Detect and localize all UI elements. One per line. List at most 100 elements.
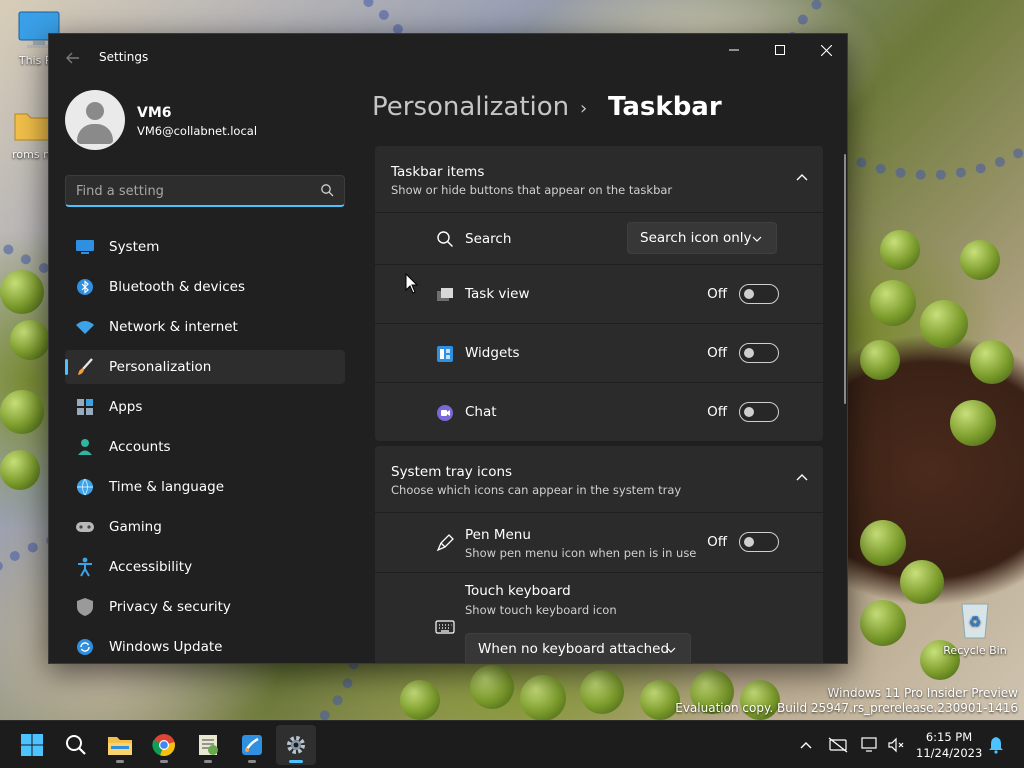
show-hidden-icons-button[interactable]: [796, 735, 816, 755]
toggle-state-label: Off: [707, 534, 727, 550]
taskbar-clock[interactable]: 6:15 PM 11/24/2023: [916, 729, 982, 761]
globe-clock-icon: [75, 478, 95, 496]
taskbar-search-button[interactable]: [56, 725, 96, 765]
breadcrumb-parent[interactable]: Personalization: [372, 92, 569, 122]
avatar-head: [86, 102, 104, 120]
search-mode-dropdown[interactable]: Search icon only: [627, 222, 777, 254]
sidebar-item-label: Accounts: [109, 439, 171, 455]
running-indicator: [248, 760, 256, 763]
section-title: System tray icons: [391, 464, 513, 480]
tray-ethernet-button[interactable]: [828, 735, 848, 755]
sidebar-item-windows-update[interactable]: Windows Update: [65, 630, 345, 663]
sidebar-item-network[interactable]: Network & internet: [65, 310, 345, 344]
settings-content[interactable]: Taskbar items Show or hide buttons that …: [375, 146, 827, 663]
settings-window: Settings VM6 VM6@collabnet.local System …: [48, 33, 848, 664]
widgets-toggle[interactable]: [739, 343, 779, 363]
row-label: Chat: [465, 404, 497, 420]
clock-time: 6:15 PM: [925, 730, 973, 744]
chevron-up-icon[interactable]: [795, 172, 809, 182]
title-bar[interactable]: Settings: [49, 34, 847, 82]
volume-muted-icon: [888, 737, 904, 753]
search-icon: [66, 735, 86, 755]
taskbar-chrome[interactable]: [144, 725, 184, 765]
maximize-icon: [775, 45, 785, 55]
chrome-icon: [152, 734, 175, 757]
sidebar-item-system[interactable]: System: [65, 230, 345, 264]
folder-icon: [13, 108, 53, 144]
maximize-button[interactable]: [757, 34, 803, 66]
chevron-up-icon[interactable]: [795, 472, 809, 482]
sidebar-item-label: Bluetooth & devices: [109, 279, 246, 295]
touch-keyboard-row: Touch keyboard Show touch keyboard icon …: [375, 572, 823, 663]
running-indicator: [116, 760, 124, 763]
monitor-network-icon: [861, 737, 877, 752]
sidebar-item-accessibility[interactable]: Accessibility: [65, 550, 345, 584]
widgets-row: Widgets Off: [375, 323, 823, 382]
person-icon: [75, 438, 95, 456]
search-icon[interactable]: [320, 183, 334, 197]
sidebar-item-time-language[interactable]: Time & language: [65, 470, 345, 504]
clock-date: 11/24/2023: [916, 746, 983, 760]
taskbar: 6:15 PM 11/24/2023: [0, 720, 1024, 768]
back-arrow-icon[interactable]: [65, 50, 81, 66]
minimize-button[interactable]: [711, 34, 757, 66]
avatar[interactable]: [65, 90, 125, 150]
sidebar-item-label: Apps: [109, 399, 143, 415]
section-subtitle: Choose which icons can appear in the sys…: [391, 483, 682, 497]
toggle-knob: [744, 289, 754, 299]
wifi-icon: [75, 318, 95, 336]
sidebar-item-label: Time & language: [109, 479, 225, 495]
sidebar-item-label: Privacy & security: [109, 599, 231, 615]
taskbar-file-explorer[interactable]: [100, 725, 140, 765]
tray-volume-button[interactable]: [886, 735, 906, 755]
sidebar-item-bluetooth[interactable]: Bluetooth & devices: [65, 270, 345, 304]
notification-button[interactable]: [986, 735, 1006, 755]
toggle-knob: [744, 537, 754, 547]
close-button[interactable]: [803, 34, 847, 66]
taskbar-items-header[interactable]: Taskbar items Show or hide buttons that …: [375, 146, 823, 212]
taskbar-settings[interactable]: [276, 725, 316, 765]
toggle-state-label: Off: [707, 404, 727, 420]
sidebar-item-label: Accessibility: [109, 559, 193, 575]
breadcrumb-separator: ›: [580, 98, 588, 119]
chat-row: Chat Off: [375, 382, 823, 441]
sidebar-item-privacy[interactable]: Privacy & security: [65, 590, 345, 624]
chevron-up-icon: [800, 742, 812, 749]
system-tray-header[interactable]: System tray icons Choose which icons can…: [375, 446, 823, 512]
profile-email: VM6@collabnet.local: [137, 124, 258, 138]
running-indicator: [289, 760, 303, 763]
sidebar-item-accounts[interactable]: Accounts: [65, 430, 345, 464]
desktop-icon-recycle-bin[interactable]: ♻ Recycle Bin: [940, 598, 1010, 657]
sidebar-item-gaming[interactable]: Gaming: [65, 510, 345, 544]
window-title: Settings: [99, 50, 149, 64]
sidebar-item-label: Network & internet: [109, 319, 238, 335]
running-indicator: [160, 760, 168, 763]
chevron-down-icon: [666, 647, 676, 653]
sidebar-item-label: Windows Update: [109, 639, 223, 655]
start-button[interactable]: [12, 725, 52, 765]
chat-toggle[interactable]: [739, 402, 779, 422]
apps-icon: [75, 398, 95, 416]
sidebar-item-apps[interactable]: Apps: [65, 390, 345, 424]
search-input[interactable]: [76, 182, 306, 200]
touch-keyboard-dropdown[interactable]: When no keyboard attached: [465, 633, 691, 663]
tray-network-button[interactable]: [860, 735, 880, 755]
chat-icon: [435, 403, 455, 423]
page-title: Taskbar: [608, 92, 722, 122]
desktop-icon-label: Recycle Bin: [943, 644, 1007, 657]
sidebar-item-personalization[interactable]: Personalization: [65, 350, 345, 384]
taskbar-notepad-plus[interactable]: [188, 725, 228, 765]
row-description: Show touch keyboard icon: [465, 603, 617, 617]
toggle-state-label: Off: [707, 286, 727, 302]
taskbar-paint[interactable]: [232, 725, 272, 765]
bluetooth-icon: [75, 278, 95, 296]
pen-menu-toggle[interactable]: [739, 532, 779, 552]
recycle-bin-icon: ♻: [958, 598, 992, 640]
search-box[interactable]: [65, 175, 345, 207]
scrollbar[interactable]: [844, 154, 846, 404]
section-title: Taskbar items: [391, 164, 485, 180]
minimize-icon: [729, 49, 739, 51]
toggle-knob: [744, 348, 754, 358]
task-view-toggle[interactable]: [739, 284, 779, 304]
mouse-cursor-icon: [405, 273, 419, 294]
